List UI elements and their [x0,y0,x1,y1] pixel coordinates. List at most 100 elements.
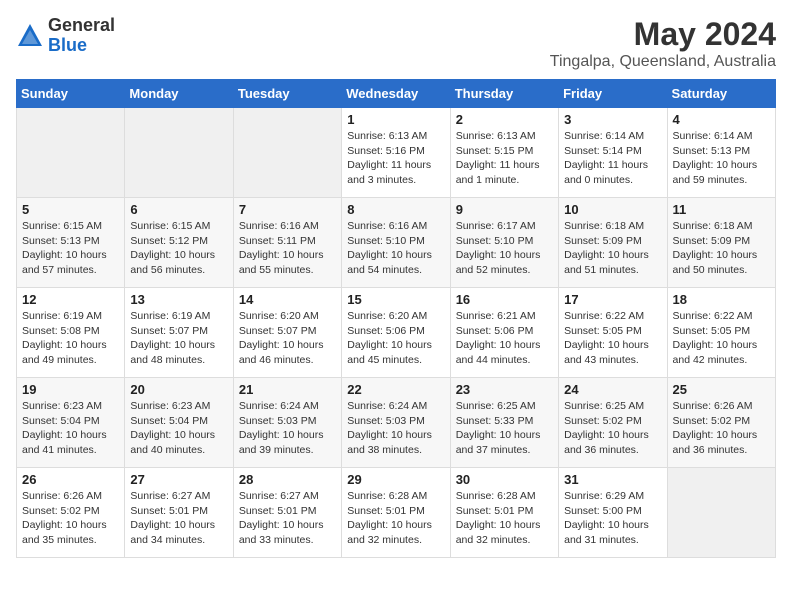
day-number: 17 [564,292,661,307]
calendar-cell [125,108,233,198]
day-number: 8 [347,202,444,217]
calendar-body: 1Sunrise: 6:13 AM Sunset: 5:16 PM Daylig… [17,108,776,558]
calendar-cell [233,108,341,198]
day-content: Sunrise: 6:16 AM Sunset: 5:11 PM Dayligh… [239,219,336,278]
calendar-cell: 8 Sunrise: 6:16 AM Sunset: 5:10 PM Daylig… [342,198,450,288]
day-number: 26 [22,472,119,487]
day-content: Sunrise: 6:14 AM Sunset: 5:13 PM Dayligh… [673,129,770,188]
day-number: 9 [456,202,553,217]
weekday-header-sunday: Sunday [17,80,125,108]
calendar-title: May 2024 [550,16,776,53]
day-number: 30 [456,472,553,487]
calendar-cell: 3 Sunrise: 6:14 AM Sunset: 5:14 PM Daylig… [559,108,667,198]
logo-text: General Blue [48,16,115,56]
day-content: Sunrise: 6:13 AM Sunset: 5:15 PM Dayligh… [456,129,553,188]
weekday-header-tuesday: Tuesday [233,80,341,108]
day-number: 14 [239,292,336,307]
calendar-cell: 30 Sunrise: 6:28 AM Sunset: 5:01 PM Dayli… [450,468,558,558]
page-header: General Blue May 2024 Tingalpa, Queensla… [16,16,776,71]
calendar-cell: 1Sunrise: 6:13 AM Sunset: 5:16 PM Daylig… [342,108,450,198]
day-number: 29 [347,472,444,487]
day-number: 6 [130,202,227,217]
calendar-cell: 15 Sunrise: 6:20 AM Sunset: 5:06 PM Dayli… [342,288,450,378]
calendar-week-4: 19 Sunrise: 6:23 AM Sunset: 5:04 PM Dayli… [17,378,776,468]
day-number: 28 [239,472,336,487]
weekday-header-friday: Friday [559,80,667,108]
calendar-cell: 31Sunrise: 6:29 AM Sunset: 5:00 PM Dayli… [559,468,667,558]
calendar-cell: 4Sunrise: 6:14 AM Sunset: 5:13 PM Daylig… [667,108,775,198]
calendar-cell [17,108,125,198]
day-content: Sunrise: 6:21 AM Sunset: 5:06 PM Dayligh… [456,309,553,368]
calendar-week-2: 5Sunrise: 6:15 AM Sunset: 5:13 PM Daylig… [17,198,776,288]
calendar-week-5: 26Sunrise: 6:26 AM Sunset: 5:02 PM Dayli… [17,468,776,558]
day-content: Sunrise: 6:17 AM Sunset: 5:10 PM Dayligh… [456,219,553,278]
calendar-header: SundayMondayTuesdayWednesdayThursdayFrid… [17,80,776,108]
calendar-cell: 6 Sunrise: 6:15 AM Sunset: 5:12 PM Daylig… [125,198,233,288]
day-content: Sunrise: 6:15 AM Sunset: 5:12 PM Dayligh… [130,219,227,278]
day-number: 20 [130,382,227,397]
day-content: Sunrise: 6:23 AM Sunset: 5:04 PM Dayligh… [130,399,227,458]
day-content: Sunrise: 6:14 AM Sunset: 5:14 PM Dayligh… [564,129,661,188]
day-number: 21 [239,382,336,397]
calendar-cell: 12 Sunrise: 6:19 AM Sunset: 5:08 PM Dayli… [17,288,125,378]
calendar-cell: 29Sunrise: 6:28 AM Sunset: 5:01 PM Dayli… [342,468,450,558]
calendar-subtitle: Tingalpa, Queensland, Australia [550,53,776,71]
day-content: Sunrise: 6:19 AM Sunset: 5:08 PM Dayligh… [22,309,119,368]
logo: General Blue [16,16,115,56]
calendar-cell: 9 Sunrise: 6:17 AM Sunset: 5:10 PM Daylig… [450,198,558,288]
day-content: Sunrise: 6:20 AM Sunset: 5:07 PM Dayligh… [239,309,336,368]
calendar-cell: 22Sunrise: 6:24 AM Sunset: 5:03 PM Dayli… [342,378,450,468]
day-content: Sunrise: 6:22 AM Sunset: 5:05 PM Dayligh… [564,309,661,368]
day-content: Sunrise: 6:24 AM Sunset: 5:03 PM Dayligh… [239,399,336,458]
calendar-cell: 11 Sunrise: 6:18 AM Sunset: 5:09 PM Dayli… [667,198,775,288]
day-number: 15 [347,292,444,307]
day-content: Sunrise: 6:15 AM Sunset: 5:13 PM Dayligh… [22,219,119,278]
day-number: 10 [564,202,661,217]
day-number: 11 [673,202,770,217]
day-content: Sunrise: 6:16 AM Sunset: 5:10 PM Dayligh… [347,219,444,278]
day-number: 24 [564,382,661,397]
day-number: 16 [456,292,553,307]
weekday-header-saturday: Saturday [667,80,775,108]
day-content: Sunrise: 6:25 AM Sunset: 5:33 PM Dayligh… [456,399,553,458]
day-content: Sunrise: 6:24 AM Sunset: 5:03 PM Dayligh… [347,399,444,458]
weekday-header-thursday: Thursday [450,80,558,108]
calendar-cell: 13 Sunrise: 6:19 AM Sunset: 5:07 PM Dayli… [125,288,233,378]
day-content: Sunrise: 6:28 AM Sunset: 5:01 PM Dayligh… [456,489,553,548]
title-block: May 2024 Tingalpa, Queensland, Australia [550,16,776,71]
day-number: 18 [673,292,770,307]
day-content: Sunrise: 6:27 AM Sunset: 5:01 PM Dayligh… [130,489,227,548]
calendar-cell: 5Sunrise: 6:15 AM Sunset: 5:13 PM Daylig… [17,198,125,288]
day-number: 23 [456,382,553,397]
weekday-header-monday: Monday [125,80,233,108]
day-number: 19 [22,382,119,397]
day-number: 1 [347,112,444,127]
day-number: 12 [22,292,119,307]
calendar-cell: 26Sunrise: 6:26 AM Sunset: 5:02 PM Dayli… [17,468,125,558]
calendar-cell: 23 Sunrise: 6:25 AM Sunset: 5:33 PM Dayli… [450,378,558,468]
weekday-header-wednesday: Wednesday [342,80,450,108]
day-content: Sunrise: 6:23 AM Sunset: 5:04 PM Dayligh… [22,399,119,458]
day-number: 27 [130,472,227,487]
day-content: Sunrise: 6:18 AM Sunset: 5:09 PM Dayligh… [564,219,661,278]
calendar-cell: 20 Sunrise: 6:23 AM Sunset: 5:04 PM Dayli… [125,378,233,468]
calendar-week-3: 12 Sunrise: 6:19 AM Sunset: 5:08 PM Dayli… [17,288,776,378]
calendar-cell: 21 Sunrise: 6:24 AM Sunset: 5:03 PM Dayli… [233,378,341,468]
calendar-cell: 24Sunrise: 6:25 AM Sunset: 5:02 PM Dayli… [559,378,667,468]
calendar-cell: 7 Sunrise: 6:16 AM Sunset: 5:11 PM Daylig… [233,198,341,288]
day-content: Sunrise: 6:18 AM Sunset: 5:09 PM Dayligh… [673,219,770,278]
day-number: 3 [564,112,661,127]
day-number: 13 [130,292,227,307]
calendar-cell: 18 Sunrise: 6:22 AM Sunset: 5:05 PM Dayli… [667,288,775,378]
calendar-cell: 27 Sunrise: 6:27 AM Sunset: 5:01 PM Dayli… [125,468,233,558]
day-number: 7 [239,202,336,217]
day-number: 25 [673,382,770,397]
logo-icon [16,22,44,50]
day-content: Sunrise: 6:19 AM Sunset: 5:07 PM Dayligh… [130,309,227,368]
day-content: Sunrise: 6:29 AM Sunset: 5:00 PM Dayligh… [564,489,661,548]
calendar-cell: 14 Sunrise: 6:20 AM Sunset: 5:07 PM Dayli… [233,288,341,378]
day-content: Sunrise: 6:22 AM Sunset: 5:05 PM Dayligh… [673,309,770,368]
calendar-table: SundayMondayTuesdayWednesdayThursdayFrid… [16,79,776,558]
calendar-cell: 28Sunrise: 6:27 AM Sunset: 5:01 PM Dayli… [233,468,341,558]
day-content: Sunrise: 6:20 AM Sunset: 5:06 PM Dayligh… [347,309,444,368]
